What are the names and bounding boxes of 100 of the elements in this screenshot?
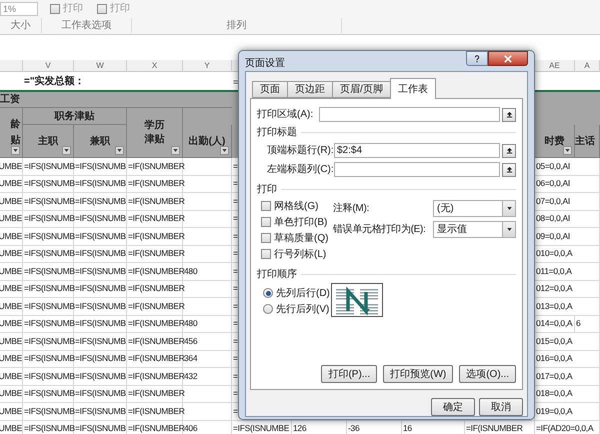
checkbox[interactable] bbox=[97, 4, 107, 14]
input-field[interactable] bbox=[334, 162, 500, 177]
table-cell: =IFS(ISNUMB bbox=[74, 263, 127, 280]
help-button[interactable] bbox=[466, 51, 488, 66]
table-cell: =IFS(ISNUMB bbox=[23, 280, 74, 298]
table-cell: =IFS(ISNUMB bbox=[74, 210, 127, 228]
table-cell: =IFS(ISNUMB bbox=[23, 176, 74, 193]
table-cell: =IFS(ISNUMB bbox=[23, 246, 74, 263]
checkbox-label: 打印 bbox=[110, 2, 130, 16]
table-cell: =IFS(ISNUMB bbox=[23, 368, 74, 386]
table-cell: =IFS(ISNUMB bbox=[74, 333, 127, 350]
table-cell: =IF(ISNUMBER bbox=[127, 420, 183, 434]
caret-icon bbox=[565, 149, 570, 152]
table-cell: =IF(ISNUMBER bbox=[127, 263, 183, 280]
table-cell: =IFS(ISNUMB bbox=[74, 193, 127, 210]
table-cell: 406 bbox=[183, 420, 232, 434]
tab[interactable]: 页边距 bbox=[287, 81, 333, 98]
table-cell: =IFS(ISNUMB bbox=[23, 420, 74, 434]
table-cell: =IFS(ISNUMB bbox=[74, 176, 127, 193]
table-cell: =IFS(ISNUMB bbox=[74, 350, 127, 368]
column-header[interactable]: V bbox=[23, 60, 74, 72]
dialog-button[interactable]: 选项(O)... bbox=[459, 365, 516, 383]
filter-dropdown-icon[interactable] bbox=[171, 146, 180, 155]
dialog-button[interactable]: 打印预览(W) bbox=[383, 365, 454, 383]
table-cell: =IFS(ISNUMB bbox=[74, 298, 127, 316]
column-heading: 时费 bbox=[544, 134, 564, 148]
table-cell: =IF(ISNUMBER bbox=[127, 350, 183, 368]
table-cell: =IF(ISNUMBER bbox=[127, 246, 183, 263]
table-cell: =IF(ISNUMBER bbox=[127, 210, 183, 228]
upload-arrow-icon bbox=[506, 166, 512, 173]
table-cell: =IF(AD20=0,0,A bbox=[535, 420, 600, 434]
column-heading: 工资 bbox=[0, 92, 20, 107]
caret-icon bbox=[222, 149, 227, 152]
table-cell: =IF(ISNUMBER bbox=[127, 403, 183, 420]
table-cell-text: = bbox=[233, 76, 238, 88]
dropdown[interactable]: (无) bbox=[433, 200, 516, 217]
table-cell bbox=[183, 176, 232, 193]
table-cell: =IFS(ISNUMB bbox=[74, 246, 127, 263]
table-cell: =IFS(ISNUMB bbox=[74, 368, 127, 386]
table-cell: =IFS(ISNUMB bbox=[23, 403, 74, 420]
dialog-button[interactable]: 确定 bbox=[431, 398, 475, 416]
collapse-button[interactable] bbox=[502, 108, 516, 122]
filter-dropdown-icon[interactable] bbox=[62, 146, 71, 155]
dialog-button[interactable]: 打印(P)... bbox=[321, 365, 378, 383]
column-header[interactable]: A bbox=[575, 60, 600, 72]
collapse-button[interactable] bbox=[502, 144, 516, 158]
column-heading: 学历津贴 bbox=[144, 118, 166, 146]
table-cell: =IFS(ISNUMB bbox=[23, 298, 74, 316]
radio-button[interactable] bbox=[263, 304, 273, 314]
table-cell: =IFS(ISNUMB bbox=[23, 316, 74, 333]
caret-icon bbox=[117, 149, 122, 152]
filter-dropdown-icon[interactable] bbox=[11, 146, 20, 155]
input-field[interactable] bbox=[319, 107, 500, 122]
checkbox[interactable] bbox=[261, 233, 271, 243]
close-button[interactable] bbox=[488, 51, 528, 66]
table-cell: =IFS(ISNUMB bbox=[23, 193, 74, 210]
field-label: 顶端标题行(R): bbox=[267, 144, 334, 158]
checkbox[interactable] bbox=[261, 249, 271, 259]
table-cell bbox=[183, 210, 232, 228]
collapse-button[interactable] bbox=[502, 162, 516, 176]
column-header[interactable]: W bbox=[74, 60, 127, 72]
table-cell: 456 bbox=[183, 333, 232, 350]
column-header[interactable]: X bbox=[127, 60, 183, 72]
filter-dropdown-icon[interactable] bbox=[115, 146, 124, 155]
table-cell: =IF(ISNUMBER bbox=[127, 158, 183, 176]
table-cell bbox=[183, 386, 232, 403]
table-cell bbox=[183, 246, 232, 263]
tab[interactable]: 页眉/页脚 bbox=[332, 81, 391, 98]
table-cell: 432 bbox=[183, 368, 232, 386]
tab[interactable]: 页面 bbox=[252, 81, 288, 98]
field-label: 错误单元格打印为(E): bbox=[333, 222, 427, 237]
tab[interactable]: 工作表 bbox=[390, 78, 436, 99]
dialog-button[interactable]: 取消 bbox=[479, 398, 523, 416]
dropdown[interactable]: 显示值 bbox=[433, 221, 516, 238]
radio-button[interactable] bbox=[263, 288, 273, 298]
table-cell bbox=[183, 193, 232, 210]
table-cell: =IF(ISNUMBER bbox=[127, 280, 183, 298]
table-cell: =IF(ISNUMBER bbox=[127, 193, 183, 210]
column-header[interactable]: Y bbox=[183, 60, 232, 72]
table-cell: =IFS(ISNUMB bbox=[74, 386, 127, 403]
column-heading: 主职 bbox=[38, 134, 58, 148]
caret-icon bbox=[506, 207, 512, 210]
table-cell: =IFS(ISNUMB bbox=[74, 280, 127, 298]
checkbox[interactable] bbox=[261, 201, 271, 211]
checkbox[interactable] bbox=[50, 4, 60, 14]
section-heading: 打印标题 bbox=[257, 126, 297, 140]
table-cell bbox=[183, 158, 232, 176]
table-cell: =IFS(ISNUMB bbox=[74, 403, 127, 420]
page-order-drawing bbox=[331, 283, 383, 317]
checkbox[interactable] bbox=[261, 217, 271, 227]
upload-arrow-icon bbox=[506, 111, 512, 118]
filter-dropdown-icon[interactable] bbox=[220, 146, 229, 155]
table-cell: =IFS(ISNUMB bbox=[74, 228, 127, 246]
table-cell: =IFS(ISNUMB bbox=[23, 228, 74, 246]
zoom-field[interactable]: 1% bbox=[0, 2, 38, 16]
table-cell bbox=[183, 228, 232, 246]
table-cell: =IFS(ISNUMB bbox=[74, 316, 127, 333]
filter-dropdown-icon[interactable] bbox=[563, 146, 572, 155]
table-cell: =IFS(ISNUMB bbox=[23, 333, 74, 350]
input-field[interactable]: $2:$4 bbox=[334, 143, 500, 158]
